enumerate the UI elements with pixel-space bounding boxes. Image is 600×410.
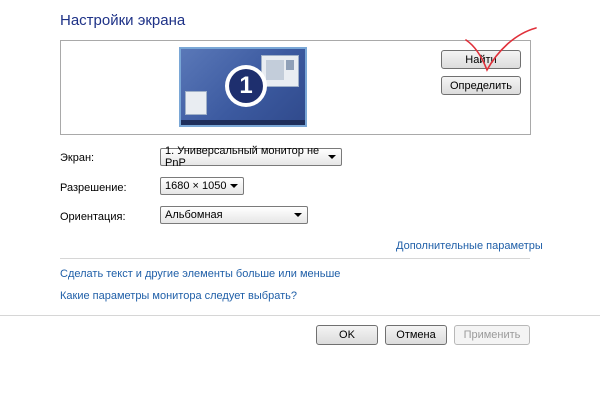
text-size-link[interactable]: Сделать текст и другие элементы больше и… xyxy=(60,268,340,280)
window-thumbnail xyxy=(185,91,207,115)
footer-divider xyxy=(0,315,600,316)
dropdown-arrow-icon xyxy=(294,213,302,217)
orientation-label: Ориентация: xyxy=(60,211,126,223)
screen-select[interactable]: 1. Универсальный монитор не PnP xyxy=(160,145,342,169)
screen-label: Экран: xyxy=(60,152,95,164)
cancel-button[interactable]: Отмена xyxy=(385,325,447,345)
resolution-select-value: 1680 × 1050 xyxy=(165,180,227,192)
monitor-1-thumbnail[interactable]: 1 xyxy=(179,47,307,127)
red-checkmark-annotation xyxy=(465,27,537,72)
dropdown-arrow-icon xyxy=(230,184,238,188)
monitor-number-badge: 1 xyxy=(225,65,267,107)
monitor-number: 1 xyxy=(229,69,263,103)
which-settings-link[interactable]: Какие параметры монитора следует выбрать… xyxy=(60,290,297,302)
apply-button[interactable]: Применить xyxy=(454,325,530,345)
resolution-label: Разрешение: xyxy=(60,182,127,194)
orientation-select-value: Альбомная xyxy=(165,209,223,221)
ok-button[interactable]: OK xyxy=(316,325,378,345)
display-preview-panel: 1 Найти Определить xyxy=(60,40,531,135)
resolution-select[interactable]: 1680 × 1050 xyxy=(160,177,244,195)
page-title: Настройки экрана xyxy=(60,12,186,29)
orientation-select[interactable]: Альбомная xyxy=(160,206,308,224)
taskbar-thumbnail xyxy=(181,120,305,125)
screen-select-value: 1. Универсальный монитор не PnP xyxy=(165,145,320,169)
section-divider xyxy=(60,258,530,259)
dropdown-arrow-icon xyxy=(328,155,336,159)
advanced-settings-link[interactable]: Дополнительные параметры xyxy=(396,240,543,252)
identify-button[interactable]: Определить xyxy=(441,76,521,95)
